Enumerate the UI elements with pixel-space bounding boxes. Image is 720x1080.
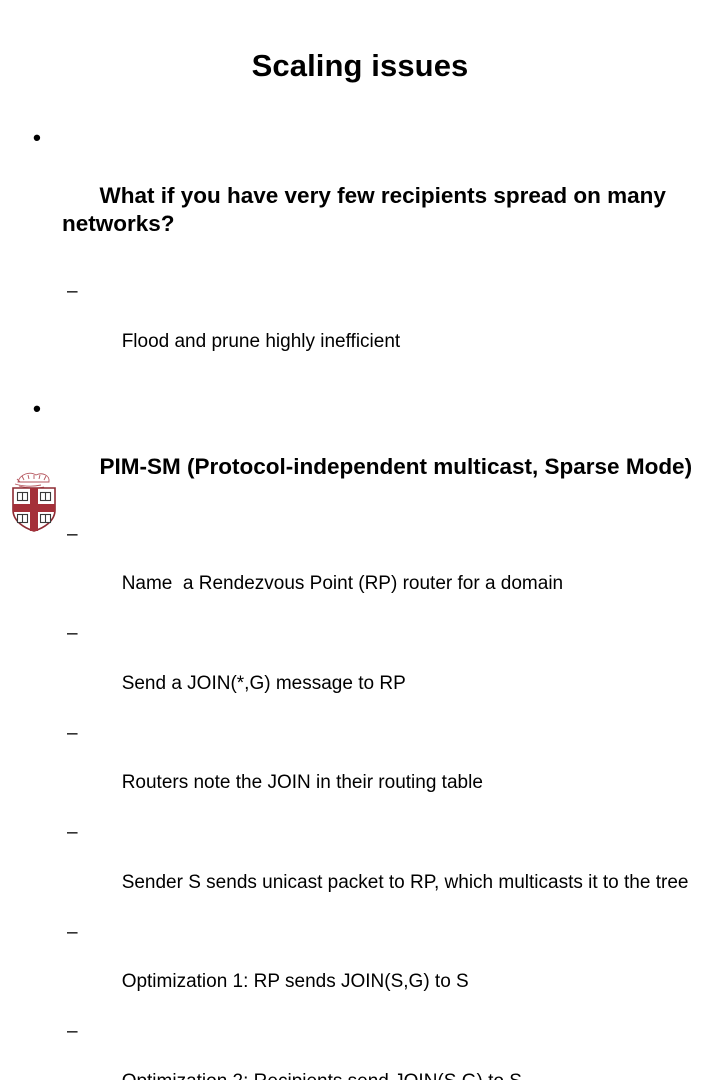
sun-cloud-emblem xyxy=(14,472,50,489)
dash-marker: – xyxy=(67,523,78,545)
dash-marker: – xyxy=(67,623,78,645)
bullet-level2: – Routers note the JOIN in their routing… xyxy=(0,722,720,822)
bullet-text: Flood and prune highly inefficient xyxy=(121,330,401,352)
bullet-level2: – Optimization 1: RP sends JOIN(S,G) to … xyxy=(0,921,720,1021)
bullet-level1: • What if you have very few recipients s… xyxy=(0,124,720,268)
bullet-text: Optimization 2: Recipients send JOIN(S,G… xyxy=(122,1071,522,1080)
bullet-text: Optimization 1: RP sends JOIN(S,G) to S xyxy=(121,971,469,993)
dash-marker: – xyxy=(67,280,78,302)
bullet-text: What if you have very few recipients spr… xyxy=(62,182,673,237)
slide: Scaling issues • What if you have very f… xyxy=(0,0,720,1080)
bullet-text: Send a JOIN(*,G) message to RP xyxy=(121,672,406,694)
bullet-text: Sender S sends unicast packet to RP, whi… xyxy=(121,871,689,893)
slide-body: • What if you have very few recipients s… xyxy=(0,124,720,1080)
brown-university-crest-logo xyxy=(8,466,60,532)
bullet-text: Name a Rendezvous Point (RP) router for … xyxy=(121,573,564,595)
bullet-level2: – Optimization 2: Recipients send JOIN(S… xyxy=(0,1020,720,1080)
bullet-text: Routers note the JOIN in their routing t… xyxy=(121,772,483,794)
bullet-level1: • PIM-SM (Protocol-independent multicast… xyxy=(0,395,720,510)
bullet-marker: • xyxy=(33,396,41,422)
bullet-marker: • xyxy=(33,125,41,150)
bullet-level2: – Flood and prune highly inefficient xyxy=(0,280,720,380)
dash-marker: – xyxy=(67,722,78,744)
page-title: Scaling issues xyxy=(251,48,469,83)
bullet-level2: – Name a Rendezvous Point (RP) router fo… xyxy=(0,523,720,623)
dash-marker: – xyxy=(67,921,78,943)
dash-marker: – xyxy=(67,1021,78,1043)
bullet-level2: – Sender S sends unicast packet to RP, w… xyxy=(0,821,720,921)
bullet-text: PIM-SM (Protocol-independent multicast, … xyxy=(99,454,693,480)
dash-marker: – xyxy=(67,822,78,844)
bullet-level2: – Send a JOIN(*,G) message to RP xyxy=(0,622,720,722)
